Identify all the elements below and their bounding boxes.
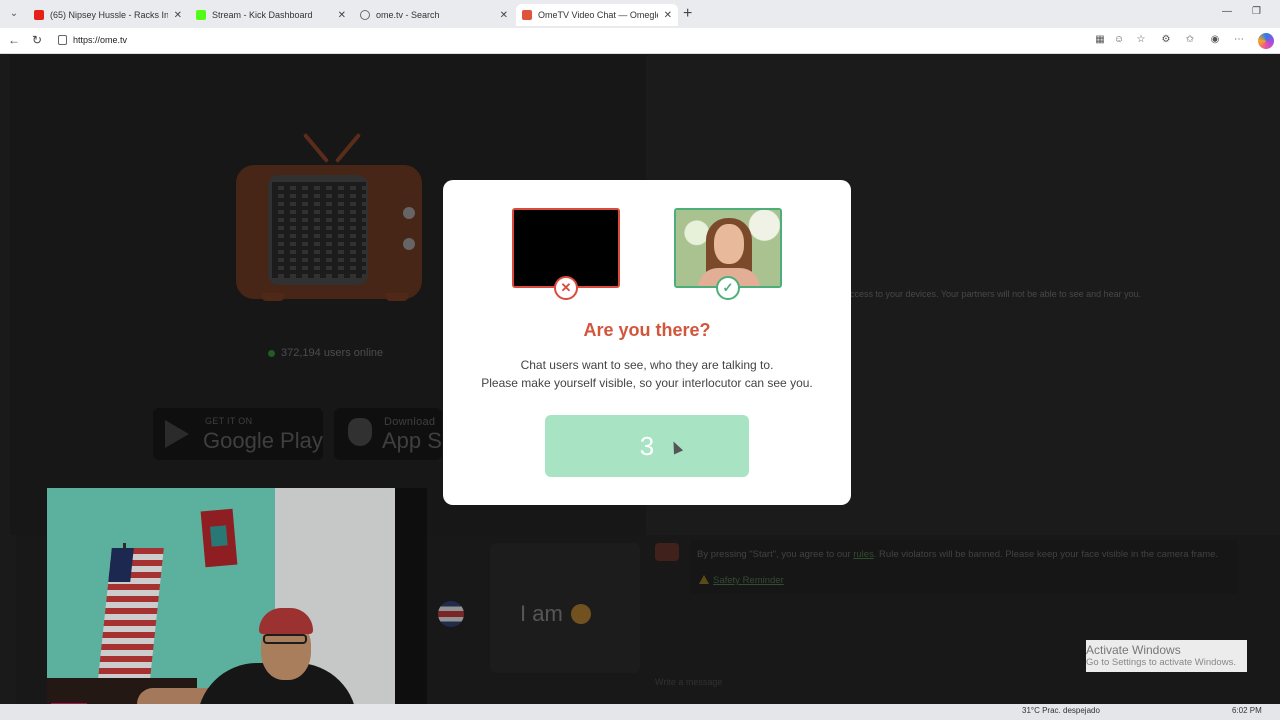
tab-ometv[interactable]: OmeTV Video Chat — Omegle Ra ✕ [516, 4, 678, 26]
tab-bar: ⌄ (65) Nipsey Hussle - Racks In The M ✕ … [0, 0, 1280, 28]
kick-icon [196, 10, 206, 20]
close-icon[interactable]: ✕ [500, 10, 508, 21]
dialog-title: Are you there? [583, 320, 711, 340]
are-you-there-dialog: ✕ ✓ Are you there? Chat users want to se… [443, 180, 851, 505]
url-field[interactable]: https://ome.tv [73, 35, 127, 45]
tab-youtube[interactable]: (65) Nipsey Hussle - Racks In The M ✕ [28, 4, 188, 26]
minimize-icon[interactable]: — [1222, 6, 1232, 17]
countdown-button[interactable]: 3 [545, 415, 749, 477]
close-icon[interactable]: ✕ [338, 10, 346, 21]
emoji-icon[interactable]: ☺ [1113, 34, 1125, 46]
face [714, 224, 744, 264]
site-info-icon[interactable] [58, 35, 67, 45]
cross-icon: ✕ [554, 276, 578, 300]
split-screen-icon[interactable]: ▦ [1094, 34, 1106, 46]
search-icon [360, 10, 370, 20]
address-bar-row: ← ↻ https://ome.tv ▦ ☺ ☆ ⚙ ✩ ◉ ⋯ [0, 28, 1280, 54]
more-menu-icon[interactable]: ⋯ [1233, 34, 1245, 46]
youtube-icon [34, 10, 44, 20]
tab-kick[interactable]: Stream - Kick Dashboard ✕ [190, 4, 352, 26]
dialog-message-line1: Chat users want to see, who they are tal… [520, 358, 774, 372]
tab-label: (65) Nipsey Hussle - Racks In The M [50, 10, 168, 20]
tab-label: Stream - Kick Dashboard [212, 10, 313, 20]
favorites-icon[interactable]: ✩ [1184, 34, 1196, 46]
extension-icon[interactable]: ⚙ [1160, 34, 1172, 46]
activate-subtitle: Go to Settings to activate Windows. [1086, 657, 1236, 668]
tab-label: ome.tv - Search [376, 10, 440, 20]
copilot-icon[interactable] [1258, 33, 1274, 49]
tab-label: OmeTV Video Chat — Omegle Ra [538, 10, 658, 20]
tab-search[interactable]: ome.tv - Search ✕ [354, 4, 514, 26]
profile-icon[interactable]: ◉ [1209, 34, 1221, 46]
ometv-icon [522, 10, 532, 20]
close-icon[interactable]: ✕ [174, 10, 182, 21]
favorite-star-icon[interactable]: ☆ [1135, 34, 1147, 46]
dialog-message: Chat users want to see, who they are tal… [443, 356, 851, 392]
new-tab-button[interactable]: + [683, 5, 692, 23]
maximize-icon[interactable]: ❐ [1252, 6, 1261, 17]
check-icon: ✓ [716, 276, 740, 300]
tab-list-icon[interactable]: ⌄ [6, 6, 22, 22]
activate-title: Activate Windows [1086, 643, 1181, 657]
taskbar: 31°C Prac. despejado 6:02 PM [0, 704, 1280, 720]
dialog-message-line2: Please make yourself visible, so your in… [481, 376, 813, 390]
weather-widget[interactable]: 31°C Prac. despejado [1022, 706, 1100, 715]
reload-icon[interactable]: ↻ [32, 33, 42, 47]
back-icon[interactable]: ← [8, 33, 20, 47]
clock[interactable]: 6:02 PM [1232, 706, 1262, 715]
close-icon[interactable]: ✕ [664, 10, 672, 21]
activate-windows-watermark: Activate Windows Go to Settings to activ… [1086, 640, 1247, 672]
